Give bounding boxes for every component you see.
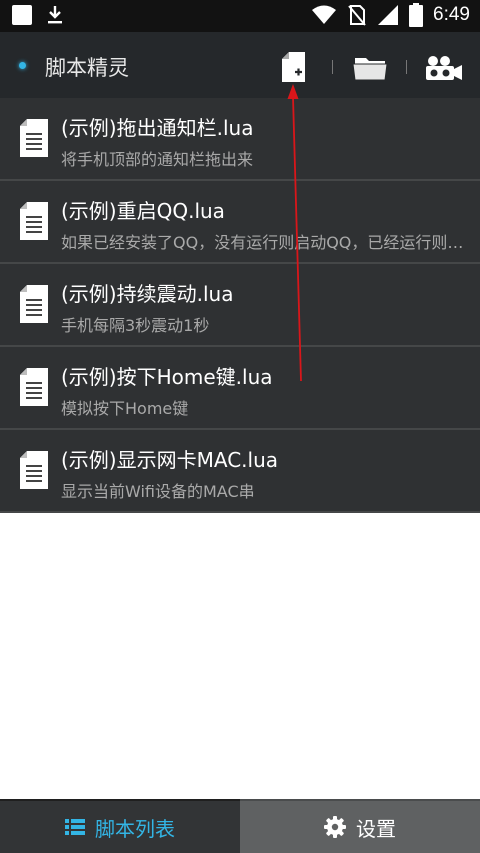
status-bar: 6:49: [0, 0, 480, 32]
download-icon: [48, 6, 62, 24]
script-title: (示例)重启QQ.lua: [61, 199, 225, 223]
script-description: 显示当前Wifi设备的MAC串: [61, 482, 255, 501]
script-title: (示例)显示网卡MAC.lua: [61, 448, 279, 472]
bottom-tab-bar: 脚本列表 设置: [0, 799, 480, 853]
script-title: (示例)按下Home键.lua: [61, 365, 273, 389]
record-icon[interactable]: [425, 55, 463, 81]
gear-icon: [324, 816, 346, 838]
list-item[interactable]: (示例)按下Home键.lua 模拟按下Home键: [0, 347, 480, 430]
script-description: 将手机顶部的通知栏拖出来: [61, 150, 254, 169]
list-item[interactable]: (示例)重启QQ.lua 如果已经安装了QQ，没有运行则启动QQ，已经运行则重启…: [0, 181, 480, 264]
app-title: 脚本精灵: [45, 56, 129, 80]
list-icon: [65, 819, 85, 835]
notification-square-icon: [12, 5, 32, 25]
list-item[interactable]: (示例)显示网卡MAC.lua 显示当前Wifi设备的MAC串: [0, 430, 480, 513]
action-separator: [332, 60, 333, 74]
script-description: 模拟按下Home键: [61, 399, 189, 418]
tab-settings[interactable]: 设置: [240, 799, 480, 853]
tab-script-list[interactable]: 脚本列表: [0, 799, 240, 853]
document-icon: [20, 119, 48, 157]
no-sim-icon: [348, 5, 366, 26]
list-item[interactable]: (示例)持续震动.lua 手机每隔3秒震动1秒: [0, 264, 480, 347]
list-item[interactable]: (示例)拖出通知栏.lua 将手机顶部的通知栏拖出来: [0, 98, 480, 181]
document-icon: [20, 451, 48, 489]
action-separator: [406, 60, 407, 74]
battery-icon: [409, 3, 424, 27]
script-title: (示例)持续震动.lua: [61, 282, 234, 306]
wifi-icon: [312, 5, 337, 24]
document-icon: [20, 202, 48, 240]
document-icon: [20, 285, 48, 323]
status-time: 6:49: [433, 4, 470, 25]
action-bar: 脚本精灵: [0, 32, 480, 98]
document-icon: [20, 368, 48, 406]
folder-icon[interactable]: [352, 55, 388, 81]
script-description: 手机每隔3秒震动1秒: [61, 316, 210, 335]
script-description: 如果已经安装了QQ，没有运行则启动QQ，已经运行则重启QQ: [61, 233, 466, 252]
app-indicator-dot: [19, 62, 26, 69]
new-file-icon[interactable]: [281, 51, 307, 83]
tab-settings-label: 设置: [356, 816, 396, 841]
script-title: (示例)拖出通知栏.lua: [61, 116, 254, 140]
tab-script-list-label: 脚本列表: [95, 816, 175, 841]
signal-icon: [378, 5, 399, 25]
script-list: (示例)拖出通知栏.lua 将手机顶部的通知栏拖出来 (示例)重启QQ.lua …: [0, 98, 480, 513]
